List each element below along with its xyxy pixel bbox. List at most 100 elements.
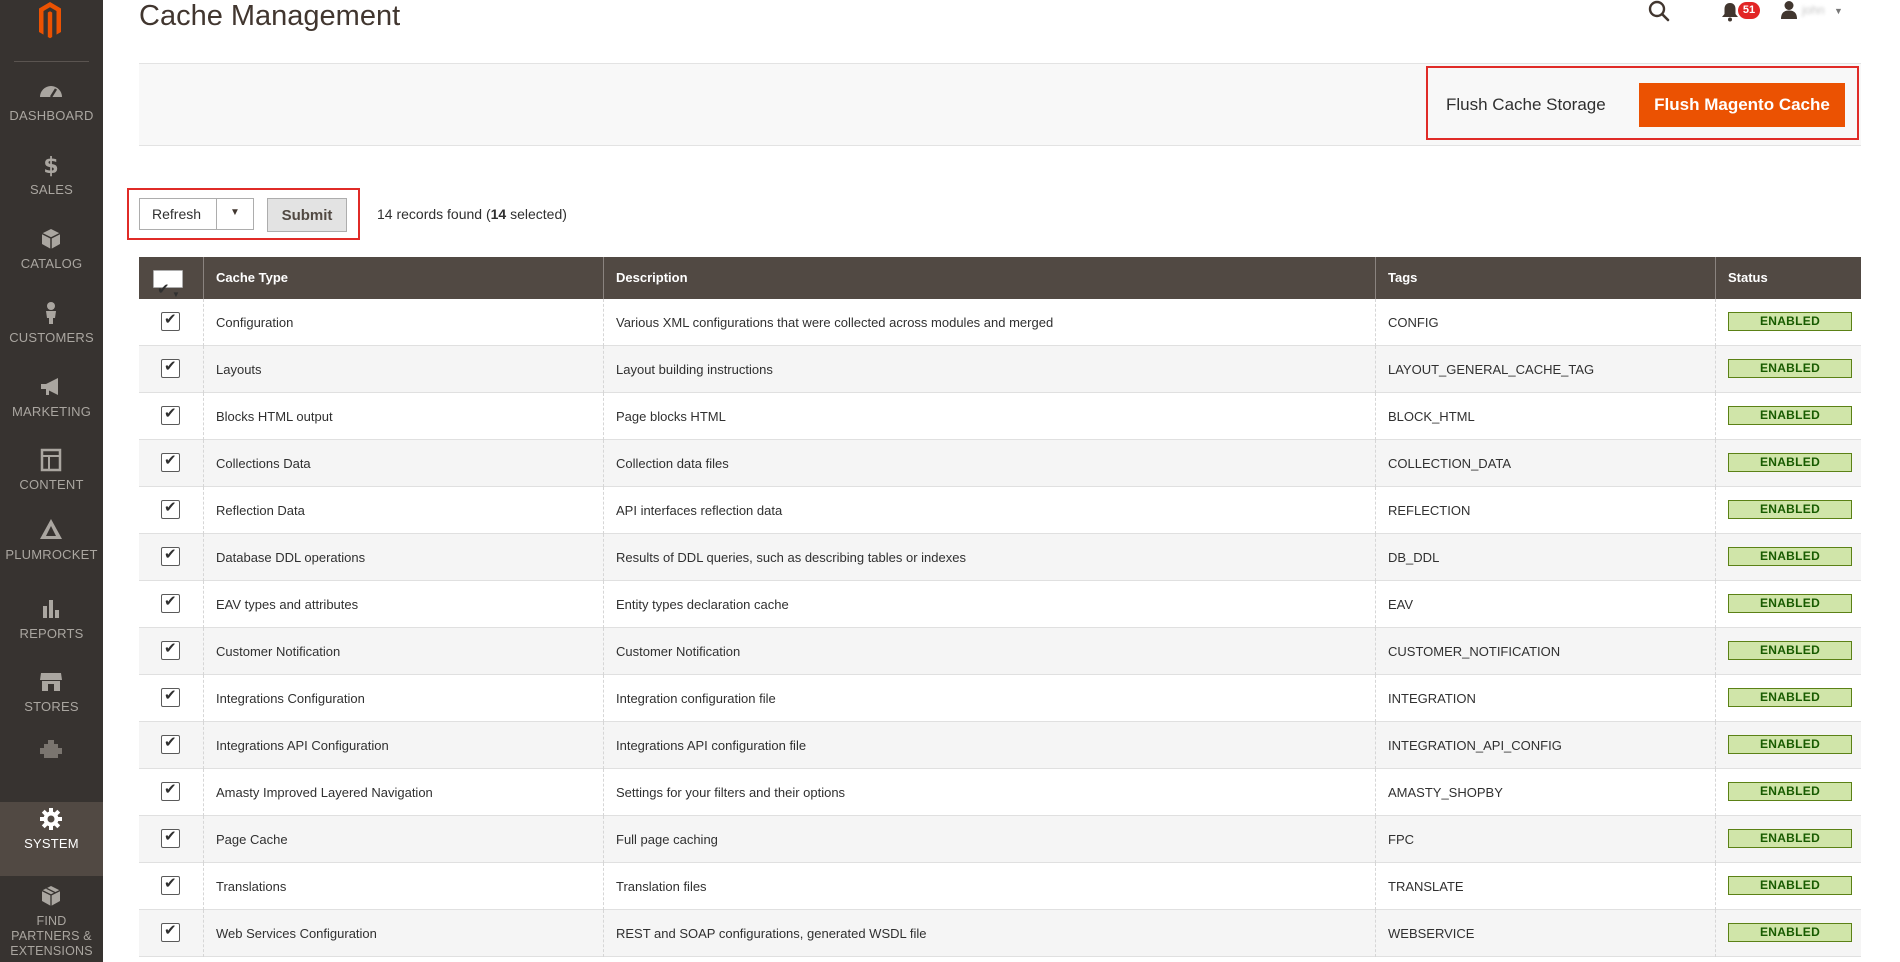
sidebar-item-reports[interactable]: REPORTS: [0, 592, 103, 666]
sidebar-item-catalog[interactable]: CATALOG: [0, 222, 103, 296]
row-checkbox[interactable]: ✔: [161, 358, 180, 378]
status-badge: ENABLED: [1728, 406, 1852, 425]
cache-type-cell: Database DDL operations: [203, 534, 603, 581]
sidebar-item-system[interactable]: SYSTEM: [0, 802, 103, 876]
store-icon: [38, 669, 64, 695]
row-checkbox[interactable]: ✔: [161, 593, 180, 613]
description-cell: Customer Notification: [603, 628, 1375, 675]
search-icon[interactable]: [1648, 0, 1670, 27]
sidebar-item-plumrocket[interactable]: PLUMROCKET: [0, 513, 103, 587]
column-header-cache-type[interactable]: Cache Type: [203, 257, 603, 299]
sidebar-item-customers[interactable]: CUSTOMERS: [0, 296, 103, 370]
bell-icon[interactable]: [1721, 2, 1739, 27]
row-select-cell: ✔: [139, 675, 203, 722]
row-select-cell: ✔: [139, 628, 203, 675]
table-row[interactable]: ✔ Blocks HTML output Page blocks HTML BLOCK…: [139, 393, 1861, 440]
row-checkbox[interactable]: ✔: [161, 499, 180, 519]
sidebar-item-label: PLUMROCKET: [5, 547, 98, 562]
status-badge: ENABLED: [1728, 312, 1852, 331]
row-checkbox[interactable]: ✔: [161, 781, 180, 801]
row-checkbox[interactable]: ✔: [161, 405, 180, 425]
mass-select-checkbox[interactable]: ✔ ▼: [153, 270, 183, 299]
status-badge: ENABLED: [1728, 641, 1852, 660]
table-row[interactable]: ✔ Layouts Layout building instructions LAYO…: [139, 346, 1861, 393]
flush-magento-cache-button[interactable]: Flush Magento Cache: [1639, 83, 1845, 127]
row-checkbox[interactable]: ✔: [161, 687, 180, 707]
sidebar-item-dashboard[interactable]: DASHBOARD: [0, 74, 103, 148]
admin-user-name[interactable]: john: [1802, 3, 1825, 17]
flush-cache-storage-button[interactable]: Flush Cache Storage: [1438, 83, 1614, 127]
cache-type-cell: Page Cache: [203, 816, 603, 863]
cache-type-cell: Layouts: [203, 346, 603, 393]
row-select-cell: ✔: [139, 816, 203, 863]
row-select-cell: ✔: [139, 487, 203, 534]
status-cell: ENABLED: [1715, 910, 1861, 957]
table-row[interactable]: ✔ Configuration Various XML configurations…: [139, 299, 1861, 346]
tags-cell: COLLECTION_DATA: [1375, 440, 1715, 487]
user-icon[interactable]: [1780, 0, 1798, 25]
row-checkbox[interactable]: ✔: [161, 828, 180, 848]
tags-cell: REFLECTION: [1375, 487, 1715, 534]
checkmark-icon: ✔: [164, 781, 177, 798]
row-checkbox[interactable]: ✔: [161, 452, 180, 472]
table-row[interactable]: ✔ Database DDL operations Results of DDL q…: [139, 534, 1861, 581]
sidebar-item-label: SALES: [30, 182, 73, 197]
person-icon: [38, 300, 64, 326]
table-row[interactable]: ✔ EAV types and attributes Entity types de…: [139, 581, 1861, 628]
table-row[interactable]: ✔ Customer Notification Customer Notificat…: [139, 628, 1861, 675]
row-checkbox[interactable]: ✔: [161, 922, 180, 942]
checkmark-icon: ✔: [164, 499, 177, 516]
checkmark-icon: ✔: [164, 405, 177, 422]
row-select-cell: ✔: [139, 393, 203, 440]
row-checkbox[interactable]: ✔: [161, 311, 180, 331]
description-cell: REST and SOAP configurations, generated …: [603, 910, 1375, 957]
table-row[interactable]: ✔ Integrations Configuration Integration c…: [139, 675, 1861, 722]
table-row[interactable]: ✔ Page Cache Full page caching FPC ENABLED: [139, 816, 1861, 863]
description-cell: API interfaces reflection data: [603, 487, 1375, 534]
sidebar-item-extension[interactable]: [0, 734, 103, 808]
submit-button[interactable]: Submit: [267, 198, 347, 232]
row-checkbox[interactable]: ✔: [161, 734, 180, 754]
status-badge: ENABLED: [1728, 500, 1852, 519]
tags-cell: TRANSLATE: [1375, 863, 1715, 910]
column-header-status[interactable]: Status: [1715, 257, 1861, 299]
magento-logo[interactable]: [0, 0, 103, 62]
sidebar-item-sales[interactable]: $ SALES: [0, 148, 103, 222]
description-cell: Results of DDL queries, such as describi…: [603, 534, 1375, 581]
sidebar-item-find-partners-extensions[interactable]: FIND PARTNERS & EXTENSIONS: [0, 880, 103, 958]
table-row[interactable]: ✔ Reflection Data API interfaces reflectio…: [139, 487, 1861, 534]
description-cell: Settings for your filters and their opti…: [603, 769, 1375, 816]
sidebar-item-content[interactable]: CONTENT: [0, 443, 103, 517]
description-cell: Integration configuration file: [603, 675, 1375, 722]
table-row[interactable]: ✔ Web Services Configuration REST and SOAP…: [139, 910, 1861, 957]
row-checkbox[interactable]: ✔: [161, 640, 180, 660]
checkmark-icon: ✔: [164, 687, 177, 704]
tags-cell: EAV: [1375, 581, 1715, 628]
cache-type-cell: Reflection Data: [203, 487, 603, 534]
cache-type-cell: Configuration: [203, 299, 603, 346]
chevron-down-icon[interactable]: ▼: [230, 207, 240, 218]
checkmark-icon: ✔: [164, 640, 177, 657]
table-row[interactable]: ✔ Integrations API Configuration Integrati…: [139, 722, 1861, 769]
column-header-tags[interactable]: Tags: [1375, 257, 1715, 299]
status-cell: ENABLED: [1715, 487, 1861, 534]
layout-icon: [38, 447, 64, 473]
mass-action-select[interactable]: Refresh ▼: [139, 198, 254, 230]
column-header-description[interactable]: Description: [603, 257, 1375, 299]
table-row[interactable]: ✔ Collections Data Collection data files CO…: [139, 440, 1861, 487]
table-row[interactable]: ✔ Translations Translation files TRANSLATE E…: [139, 863, 1861, 910]
notification-count-badge[interactable]: 51: [1738, 2, 1760, 19]
status-badge: ENABLED: [1728, 688, 1852, 707]
sidebar-item-label: CATALOG: [20, 256, 83, 271]
sidebar-item-stores[interactable]: STORES: [0, 665, 103, 739]
row-checkbox[interactable]: ✔: [161, 546, 180, 566]
chevron-down-icon[interactable]: ▼: [1834, 6, 1843, 16]
checkmark-icon: ✔: [164, 734, 177, 751]
row-checkbox[interactable]: ✔: [161, 875, 180, 895]
sidebar-item-marketing[interactable]: MARKETING: [0, 370, 103, 444]
table-row[interactable]: ✔ Amasty Improved Layered Navigation Setti…: [139, 769, 1861, 816]
grid-header: ✔ ▼ Cache Type Description Tags Status: [139, 257, 1861, 299]
sidebar-item-label: FIND PARTNERS & EXTENSIONS: [10, 914, 93, 958]
svg-text:$: $: [43, 154, 58, 178]
mass-select-column: ✔ ▼: [139, 257, 203, 299]
